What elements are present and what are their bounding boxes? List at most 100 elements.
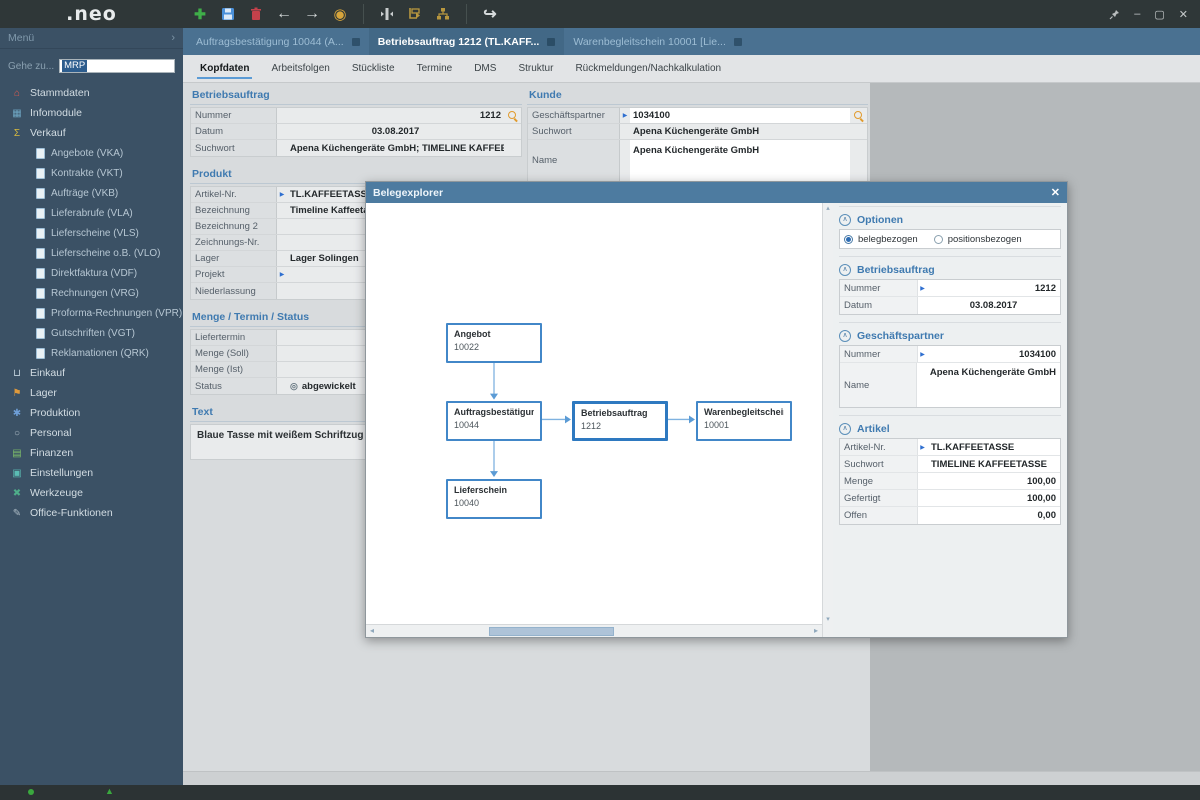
sidebar-item-icon	[36, 168, 45, 179]
folder-structure-icon[interactable]	[406, 5, 424, 23]
radio-belegbezogen[interactable]: belegbezogen	[844, 234, 918, 245]
back-icon[interactable]: ←	[275, 5, 293, 23]
org-structure-icon[interactable]	[434, 5, 452, 23]
sidebar-item[interactable]: Reklamationen (QRK)	[0, 343, 183, 363]
panel-row[interactable]: Artikel-Nr. ▶ TL.KAFFEETASSE	[840, 439, 1060, 456]
delete-icon[interactable]	[247, 5, 265, 23]
release-icon[interactable]: ◉	[331, 5, 349, 23]
document-tab[interactable]: Warenbegleitschein 10001 [Lie...	[564, 28, 751, 55]
sidebar-item[interactable]: ▦ Infomodule	[0, 103, 183, 123]
sidebar-item[interactable]: Lieferscheine (VLS)	[0, 223, 183, 243]
hscroll-thumb[interactable]	[489, 627, 614, 636]
sidebar-item[interactable]: ▣ Einstellungen	[0, 463, 183, 483]
field-suchwort[interactable]: Suchwort ▶ Apena Küchengeräte GmbH	[528, 124, 867, 140]
collapse-icon[interactable]	[839, 264, 851, 276]
sidebar-item[interactable]: Rechnungen (VRG)	[0, 283, 183, 303]
tab[interactable]: Termine	[406, 55, 464, 82]
sidebar-item[interactable]: ⊔ Einkauf	[0, 363, 183, 383]
sidebar-item[interactable]: ✱ Produktion	[0, 403, 183, 423]
lookup-icon[interactable]	[507, 110, 519, 122]
sidebar-item[interactable]: Gutschriften (VGT)	[0, 323, 183, 343]
scroll-down-icon[interactable]	[823, 615, 833, 623]
dialog-hscrollbar[interactable]	[366, 624, 822, 637]
document-tab-label: Warenbegleitschein 10001 [Lie...	[573, 36, 726, 48]
split-view-icon[interactable]	[378, 5, 396, 23]
field-value: TL.KAFFEETASSE	[927, 442, 1060, 453]
tab[interactable]: DMS	[463, 55, 507, 82]
flow-node[interactable]: Auftragsbestätigung 10044	[446, 401, 542, 441]
pin-icon[interactable]	[1109, 9, 1120, 20]
minimize-button[interactable]: –	[1134, 8, 1140, 20]
tab-close-icon[interactable]	[734, 38, 742, 46]
sidebar-item[interactable]: Proforma-Rechnungen (VPR)	[0, 303, 183, 323]
belegexplorer-dialog: Belegexplorer ✕	[365, 181, 1068, 638]
toolbar: ✚ ← → ◉ ↪	[183, 4, 499, 24]
tab-close-icon[interactable]	[547, 38, 555, 46]
sidebar-item[interactable]: ✖ Werkzeuge	[0, 483, 183, 503]
save-icon[interactable]	[219, 5, 237, 23]
tab[interactable]: Rückmeldungen/Nachkalkulation	[564, 55, 732, 82]
scroll-up-icon[interactable]	[823, 204, 833, 212]
dialog-titlebar[interactable]: Belegexplorer ✕	[366, 182, 1067, 203]
panel-field-nummer[interactable]: Nummer ▶ 1212	[840, 280, 1060, 297]
flow-node[interactable]: Lieferschein 10040	[446, 479, 542, 519]
panel-row[interactable]: Menge ▶ 100,00	[840, 473, 1060, 490]
dialog-close-icon[interactable]: ✕	[1051, 186, 1060, 199]
field-nummer[interactable]: Nummer ▶ 1212	[191, 108, 521, 124]
scroll-left-icon[interactable]	[366, 625, 378, 637]
collapse-icon[interactable]	[839, 423, 851, 435]
panel-field-name[interactable]: Name ▶ Apena Küchengeräte GmbH	[840, 363, 1060, 407]
panel-row[interactable]: Suchwort ▶ TIMELINE KAFFEETASSE	[840, 456, 1060, 473]
sidebar-item[interactable]: ⚑ Lager	[0, 383, 183, 403]
tab[interactable]: Kopfdaten	[189, 55, 260, 82]
flow-node[interactable]: Warenbegleitschein 10001	[696, 401, 792, 441]
sidebar-item[interactable]: Aufträge (VKB)	[0, 183, 183, 203]
field-label: Nummer	[191, 108, 277, 123]
panel-field-datum[interactable]: Datum ▶ 03.08.2017	[840, 297, 1060, 314]
tab[interactable]: Struktur	[507, 55, 564, 82]
radio-positionsbezogen[interactable]: positionsbezogen	[934, 234, 1022, 245]
panel-field-nummer[interactable]: Nummer ▶ 1034100	[840, 346, 1060, 363]
sidebar-item-icon	[36, 208, 45, 219]
sidebar-item[interactable]: ▤ Finanzen	[0, 443, 183, 463]
sidebar-item[interactable]: Σ Verkauf	[0, 123, 183, 143]
sidebar-item[interactable]: Angebote (VKA)	[0, 143, 183, 163]
field-label: Offen	[840, 507, 918, 524]
dialog-vscrollbar[interactable]	[822, 203, 833, 637]
main-hscrollbar[interactable]	[183, 771, 1200, 785]
sidebar-item[interactable]: Lieferabrufe (VLA)	[0, 203, 183, 223]
flow-node[interactable]: Angebot 10022	[446, 323, 542, 363]
new-icon[interactable]: ✚	[191, 5, 209, 23]
tab[interactable]: Stückliste	[341, 55, 406, 82]
collapse-icon[interactable]	[839, 330, 851, 342]
sidebar-item[interactable]: ⌂ Stammdaten	[0, 83, 183, 103]
field-suchwort[interactable]: Suchwort ▶ Apena Küchengeräte GmbH; TIME…	[191, 140, 521, 156]
sidebar-item[interactable]: Kontrakte (VKT)	[0, 163, 183, 183]
goto-input[interactable]: MRP	[59, 59, 175, 73]
field-datum[interactable]: Datum ▶ 03.08.2017	[191, 124, 521, 140]
tab-close-icon[interactable]	[352, 38, 360, 46]
field-label: Name	[528, 140, 620, 181]
panel-row[interactable]: Offen ▶ 0,00	[840, 507, 1060, 524]
flow-node[interactable]: Betriebsauftrag 1212	[572, 401, 668, 441]
sidebar-item[interactable]: ✎ Office-Funktionen	[0, 503, 183, 523]
tab[interactable]: Arbeitsfolgen	[260, 55, 340, 82]
sidebar-header[interactable]: Menü ›	[0, 28, 183, 49]
share-icon[interactable]: ↪	[481, 5, 499, 23]
sidebar-item[interactable]: ○ Personal	[0, 423, 183, 443]
lookup-icon[interactable]	[853, 110, 865, 122]
document-tab[interactable]: Betriebsauftrag 1212 (TL.KAFF...	[369, 28, 565, 55]
document-tab[interactable]: Auftragsbestätigung 10044 (A...	[187, 28, 369, 55]
close-button[interactable]: ✕	[1179, 8, 1188, 21]
scroll-right-icon[interactable]	[810, 625, 822, 637]
panel-row[interactable]: Gefertigt ▶ 100,00	[840, 490, 1060, 507]
field-name[interactable]: Name ▶ Apena Küchengeräte GmbH	[528, 140, 867, 182]
sidebar-item[interactable]: Direktfaktura (VDF)	[0, 263, 183, 283]
sidebar-item[interactable]: Lieferscheine o.B. (VLO)	[0, 243, 183, 263]
link-arrow-icon: ▶	[620, 112, 630, 119]
field-geschaeftspartner[interactable]: Geschäftspartner ▶ 1034100	[528, 108, 867, 124]
collapse-icon[interactable]	[839, 214, 851, 226]
restore-button[interactable]: ▢	[1154, 8, 1164, 21]
forward-icon[interactable]: →	[303, 5, 321, 23]
field-label: Bezeichnung 2	[191, 219, 277, 234]
